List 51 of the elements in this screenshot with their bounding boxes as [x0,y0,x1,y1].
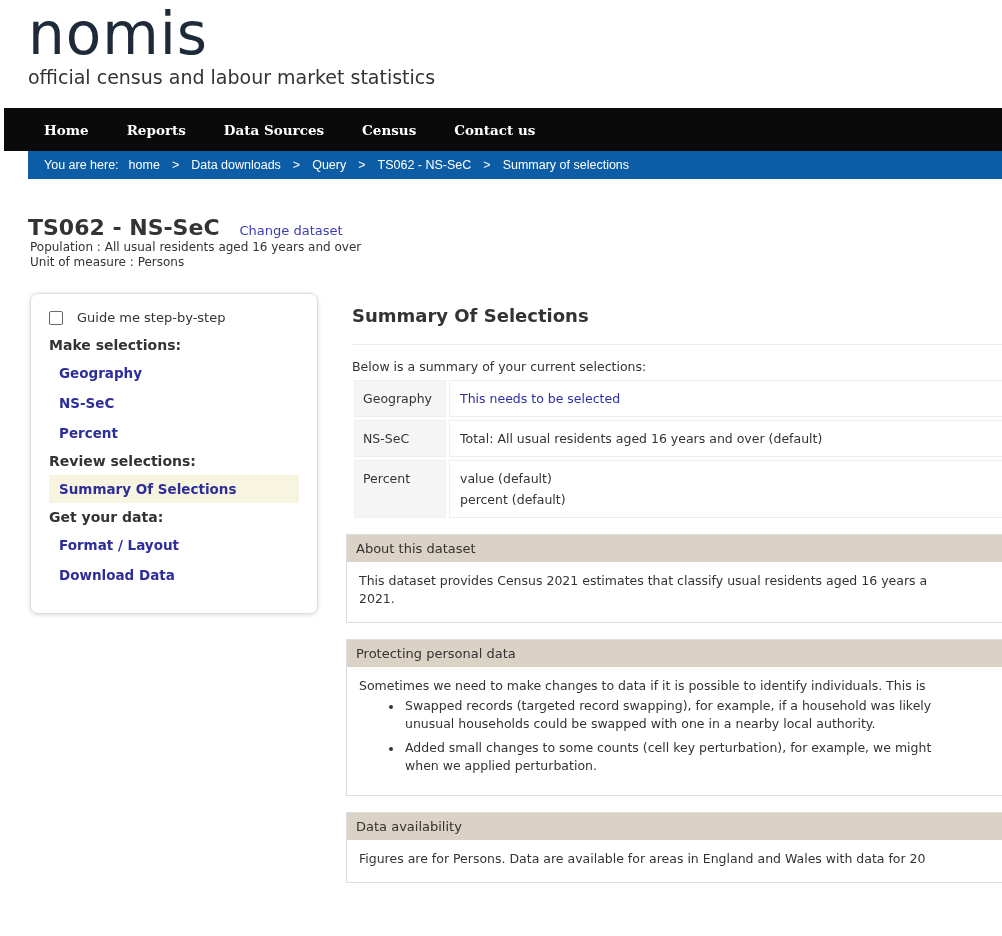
selection-label-cell: Percent [354,460,446,518]
nav-link[interactable]: Census [362,121,417,138]
guide-checkbox[interactable] [49,310,63,325]
bullet-icon [389,705,393,709]
breadcrumb-separator: > [483,158,491,172]
sidebar-link[interactable]: NS-SeC [49,389,299,417]
sidebar-heading: Get your data: [49,509,164,525]
sidebar-heading: Make selections: [49,337,182,353]
panel-header: Protecting personal data [347,640,1002,667]
panel-header: Data availability [347,813,1002,840]
breadcrumb-link[interactable]: TS062 - NS-SeC [377,158,472,172]
site-logo[interactable]: nomis [28,4,1002,64]
panel-paragraph: Sometimes we need to make changes to data if it is possible to identify individuals. This is [359,677,927,695]
selection-label-cell: Geography [354,380,446,417]
summary-intro: Below is a summary of your current selections: [352,359,648,374]
sidebar-link[interactable]: Summary Of Selections [49,475,299,503]
selection-label-cell: NS-SeC [354,420,446,457]
breadcrumb-link[interactable]: home [128,158,160,172]
sidebar-link[interactable]: Download Data [49,561,299,589]
sidebar-link[interactable]: Format / Layout [49,531,299,559]
section-title: Summary Of Selections [352,305,1002,345]
nav-link[interactable]: Contact us [454,121,536,138]
panel-header: About this dataset [347,535,1002,562]
panel-paragraph: This dataset provides Census 2021 estimates that classify usual residents aged 16 years a 2021. [359,572,929,608]
selection-value: value (default) [460,471,553,486]
breadcrumb-separator: > [292,158,301,172]
select-link[interactable]: This needs to be selected [460,391,992,406]
selection-value: Total: All usual residents aged 16 years and over (default) [460,431,824,446]
panel-paragraph: Figures are for Persons. Data are available for areas in England and Wales with data for 20 [359,850,927,868]
site-tagline: official census and labour market statistics [28,66,437,88]
nav-link[interactable]: Reports [126,121,186,138]
dataset-meta: Unit of measure : Persons [30,255,186,270]
sidebar-link[interactable]: Percent [49,419,299,447]
bullet-icon [389,747,393,751]
breadcrumb-link[interactable]: Query [312,158,347,172]
sidebar-heading: Review selections: [49,453,196,469]
breadcrumb-separator: > [358,158,366,172]
bullet-text: Swapped records (targeted record swapping), for example, if a household was likely unusual households could be swapped with one in a nearby local authority. [405,697,932,733]
breadcrumb-label: You are here: [44,158,119,172]
change-dataset-link[interactable]: Change dataset [239,223,343,238]
nav-link[interactable]: Data Sources [223,121,325,138]
dataset-title: TS062 - NS-SeC [28,215,220,240]
breadcrumb-link[interactable]: Data downloads [191,158,281,172]
bullet-text: Added small changes to some counts (cell key perturbation), for example, we might when we applied perturbation. [405,739,932,775]
breadcrumb-link[interactable]: Summary of selections [502,158,630,172]
sidebar-link[interactable]: Geography [49,359,299,387]
dataset-meta: Population : All usual residents aged 16 years and over [30,240,363,255]
nav-link[interactable]: Home [44,121,89,138]
selection-value: percent (default) [460,492,567,507]
breadcrumb-separator: > [171,158,180,172]
guide-label: Guide me step-by-step [77,310,226,325]
